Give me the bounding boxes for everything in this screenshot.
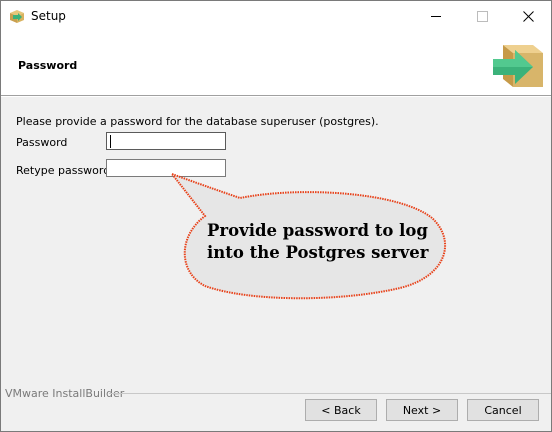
next-button[interactable]: Next > (386, 399, 458, 421)
callout-line-2: into the Postgres server (207, 243, 429, 262)
text-caret (110, 135, 111, 148)
maximize-button[interactable] (459, 1, 505, 32)
page-title: Password (18, 59, 78, 72)
minimize-icon (431, 16, 441, 17)
installbuilder-brand: VMware InstallBuilder (5, 387, 125, 400)
title-bar[interactable]: Setup (1, 1, 551, 32)
close-icon (522, 11, 534, 22)
minimize-button[interactable] (413, 1, 459, 32)
installer-box-icon (10, 10, 24, 23)
password-input[interactable] (106, 132, 226, 150)
password-prompt: Please provide a password for the databa… (16, 115, 379, 128)
close-button[interactable] (505, 1, 551, 32)
header-panel: Password (1, 32, 551, 95)
footer-divider (109, 393, 551, 394)
callout-line-1: Provide password to log (207, 221, 428, 240)
cancel-button[interactable]: Cancel (467, 399, 539, 421)
header-divider-highlight (1, 96, 551, 97)
installer-box-arrow-icon (493, 45, 543, 87)
window-title: Setup (31, 9, 66, 23)
callout-text: Provide password to log into the Postgre… (207, 220, 447, 264)
password-label: Password (16, 136, 68, 149)
retype-password-input[interactable] (106, 159, 226, 177)
retype-password-label: Retype password (16, 164, 111, 177)
back-button[interactable]: < Back (305, 399, 377, 421)
maximize-icon (476, 11, 488, 22)
setup-window: Setup Password Please provide a password… (0, 0, 552, 432)
